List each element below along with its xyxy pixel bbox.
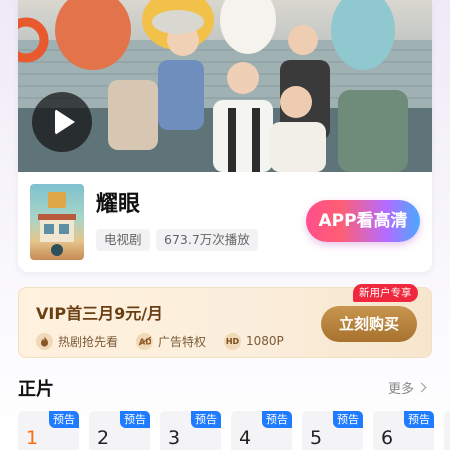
play-button[interactable]: [32, 92, 92, 152]
poster-illustration: [38, 192, 76, 256]
episode-list: 预告 1 预告 2 预告 3 预告 4 预告 5 预告 6: [18, 411, 450, 450]
preview-badge: 预告: [191, 411, 221, 428]
vip-promo-banner[interactable]: VIP首三月9元/月 热剧抢先看 AD 广告特权 HD 1080P 立刻购买 新…: [18, 284, 432, 358]
episode-number: 5: [310, 427, 323, 449]
show-card: 耀眼 电视剧 673.7万次播放 APP看高清: [18, 0, 432, 272]
episode-card-partial[interactable]: [444, 411, 450, 450]
episode-card-3[interactable]: 预告 3: [160, 411, 221, 450]
episode-number: 3: [168, 427, 181, 449]
episodes-section-title: 正片: [18, 379, 54, 400]
preview-badge: 预告: [120, 411, 150, 428]
show-poster[interactable]: [30, 184, 84, 260]
perk-label: 广告特权: [158, 334, 207, 349]
more-episodes-link[interactable]: 更多: [388, 378, 427, 397]
play-icon: [54, 109, 75, 135]
preview-badge: 预告: [333, 411, 363, 428]
play-count-tag: 673.7万次播放: [156, 229, 258, 251]
genre-tag: 电视剧: [96, 229, 150, 251]
episode-card-4[interactable]: 预告 4: [231, 411, 292, 450]
perk-label: 热剧抢先看: [58, 334, 119, 349]
show-title: 耀眼: [96, 192, 141, 217]
episode-card-2[interactable]: 预告 2: [89, 411, 150, 450]
episode-number: 4: [239, 427, 252, 449]
fire-icon: [36, 332, 53, 350]
perk-early-access: 热剧抢先看: [36, 332, 118, 350]
app-hd-button[interactable]: APP看高清: [306, 200, 420, 242]
episode-card-6[interactable]: 预告 6: [373, 411, 434, 450]
buy-now-button[interactable]: 立刻购买: [321, 306, 417, 342]
episode-number: 2: [97, 427, 110, 449]
perk-ad-free: AD 广告特权: [136, 332, 206, 350]
episode-number: 1: [26, 427, 39, 449]
vip-offer-title: VIP首三月9元/月: [36, 304, 164, 323]
episode-card-1[interactable]: 预告 1: [18, 411, 79, 450]
video-thumbnail[interactable]: [18, 0, 432, 172]
preview-badge: 预告: [262, 411, 292, 428]
perk-label: 1080P: [246, 334, 284, 348]
perk-1080p: HD 1080P: [224, 332, 284, 350]
preview-badge: 预告: [49, 411, 79, 428]
more-label: 更多: [388, 382, 415, 397]
episode-card-5[interactable]: 预告 5: [302, 411, 363, 450]
chevron-right-icon: [416, 382, 427, 393]
episode-number: 6: [381, 427, 394, 449]
hd-icon: HD: [224, 332, 241, 350]
ad-icon: AD: [136, 332, 153, 350]
new-user-badge: 新用户专享: [353, 284, 418, 302]
cast-photo-illustration: [18, 0, 432, 172]
preview-badge: 预告: [404, 411, 434, 428]
